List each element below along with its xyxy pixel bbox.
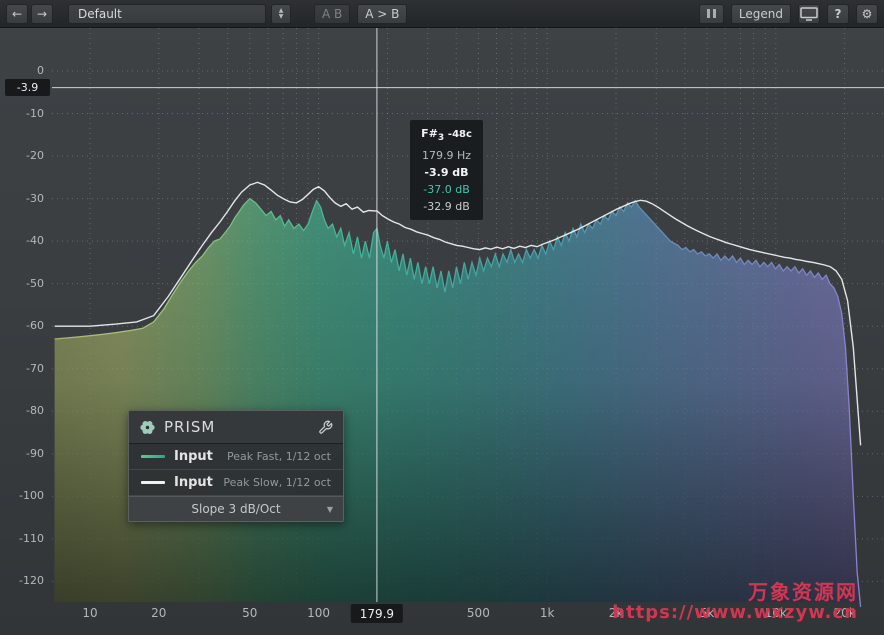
- preset-stepper[interactable]: ▲ ▼: [271, 4, 291, 24]
- tooltip-slow-db: -32.9 dB: [418, 200, 475, 213]
- series-detail: Peak Slow, 1/12 oct: [223, 476, 331, 489]
- y-axis-tick-label: -30: [0, 192, 44, 206]
- y-axis-tick-label: -110: [0, 532, 44, 546]
- y-axis-tick-label: -80: [0, 404, 44, 418]
- monitor-icon: [800, 7, 818, 21]
- legend-title: PRISM: [164, 418, 310, 436]
- toolbar: ← → Default ▲ ▼ A B A > B Legend: [0, 0, 884, 28]
- tooltip-frequency: 179.9 Hz: [418, 149, 475, 162]
- pause-icon: [707, 9, 716, 18]
- tooltip-note: F#3 -48c: [418, 127, 475, 145]
- slope-label: Slope 3 dB/Oct: [191, 502, 280, 516]
- spectrum-canvas: [0, 0, 884, 635]
- legend-panel: PRISM Input Peak Fast, 1/12 oct Input Pe…: [128, 410, 344, 522]
- chevron-down-icon: ▼: [327, 505, 333, 514]
- preset-value: Default: [78, 7, 122, 21]
- y-axis-tick-label: -10: [0, 107, 44, 121]
- x-axis-tick-label: 10: [82, 606, 97, 620]
- legend-toggle-button[interactable]: Legend: [731, 4, 791, 24]
- gear-icon: ⚙: [862, 7, 873, 21]
- series-swatch-fast: [141, 455, 165, 458]
- watermark: 万象资源网 https://www.wxzyw.cn: [612, 581, 858, 623]
- series-name: Input: [174, 475, 214, 490]
- tooltip-fast-db: -37.0 dB: [418, 183, 475, 196]
- spectrum-display[interactable]: 0 -10 -20 -30 -40 -50 -60 -70 -80 -90 -100 -110 -120…: [0, 0, 884, 635]
- y-axis-tick-label: -20: [0, 149, 44, 163]
- preset-selector[interactable]: Default: [68, 4, 266, 24]
- crosshair-freq-readout: 179.9: [351, 604, 403, 623]
- help-button[interactable]: ?: [827, 4, 849, 24]
- y-axis-tick-label: -50: [0, 277, 44, 291]
- pause-button[interactable]: [699, 4, 724, 24]
- wrench-icon[interactable]: [318, 420, 333, 435]
- legend-row-slow[interactable]: Input Peak Slow, 1/12 oct: [129, 470, 343, 496]
- x-axis-tick-label: 100: [307, 606, 330, 620]
- arrow-left-icon: ←: [12, 7, 22, 21]
- crosshair-db-readout: -3.9: [5, 79, 50, 96]
- y-axis-tick-label: -90: [0, 447, 44, 461]
- legend-header: PRISM: [129, 411, 343, 444]
- ab-compare-button[interactable]: A B: [314, 4, 350, 24]
- tooltip-cursor-db: -3.9 dB: [418, 166, 475, 179]
- display-settings-button[interactable]: [798, 4, 820, 24]
- prism-logo-icon: [139, 419, 156, 436]
- ab-controls: A B A > B: [314, 4, 407, 24]
- legend-row-fast[interactable]: Input Peak Fast, 1/12 oct: [129, 444, 343, 470]
- series-detail: Peak Fast, 1/12 oct: [227, 450, 331, 463]
- series-swatch-slow: [141, 481, 165, 484]
- y-axis-tick-label: -70: [0, 362, 44, 376]
- x-axis-tick-label: 50: [242, 606, 257, 620]
- y-axis-tick-label: -120: [0, 574, 44, 588]
- settings-button[interactable]: ⚙: [856, 4, 878, 24]
- series-name: Input: [174, 449, 218, 464]
- watermark-site-name: 万象资源网: [612, 581, 858, 603]
- x-axis-tick-label: 20: [151, 606, 166, 620]
- watermark-url: https://www.wxzyw.cn: [612, 603, 858, 623]
- y-axis-tick-label: 0: [0, 64, 44, 78]
- preset-back-button[interactable]: ←: [6, 4, 28, 24]
- y-axis-tick-label: -40: [0, 234, 44, 248]
- stepper-down-icon[interactable]: ▼: [279, 14, 284, 20]
- x-axis-tick-label: 1k: [540, 606, 555, 620]
- slope-selector[interactable]: Slope 3 dB/Oct ▼: [129, 496, 343, 521]
- y-axis-tick-label: -100: [0, 489, 44, 503]
- a-to-b-copy-button[interactable]: A > B: [357, 4, 407, 24]
- cursor-tooltip: F#3 -48c 179.9 Hz -3.9 dB -37.0 dB -32.9…: [409, 119, 484, 221]
- prism-analyzer-window: 0 -10 -20 -30 -40 -50 -60 -70 -80 -90 -100 -110 -120…: [0, 0, 884, 635]
- arrow-right-icon: →: [37, 7, 47, 21]
- toolbar-right-group: Legend ? ⚙: [699, 4, 878, 24]
- x-axis-tick-label: 500: [467, 606, 490, 620]
- y-axis-tick-label: -60: [0, 319, 44, 333]
- preset-forward-button[interactable]: →: [31, 4, 53, 24]
